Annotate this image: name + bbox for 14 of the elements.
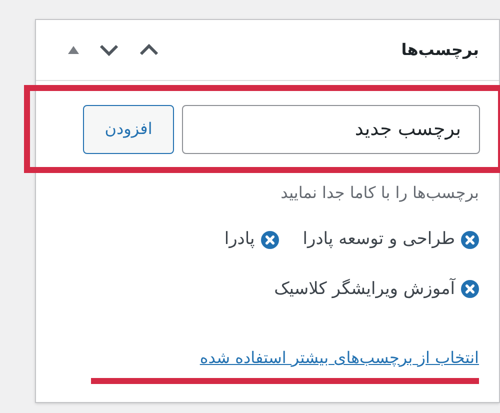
remove-icon[interactable] [260,230,279,249]
tag-label: پادرا [224,228,255,251]
most-used-tags-link[interactable]: انتخاب از برچسب‌های بیشتر استفاده شده [200,346,479,370]
new-tag-field[interactable]: برچسب جدید [182,104,480,154]
tag-label: طراحی و توسعه پادرا [302,228,455,251]
chevron-up-icon[interactable] [139,44,159,56]
remove-icon[interactable] [461,280,479,298]
chevron-down-icon[interactable] [99,44,119,56]
tag-label: آموزش ویرایشگر کلاسیک [274,277,455,300]
hint-text: برچسب‌ها را با کاما جدا نمایید [280,182,479,204]
toggle-triangle-icon[interactable] [68,46,79,54]
panel-title: برچسب‌ها [401,39,479,61]
remove-icon[interactable] [461,230,479,249]
add-button[interactable]: افزودن [83,104,174,154]
